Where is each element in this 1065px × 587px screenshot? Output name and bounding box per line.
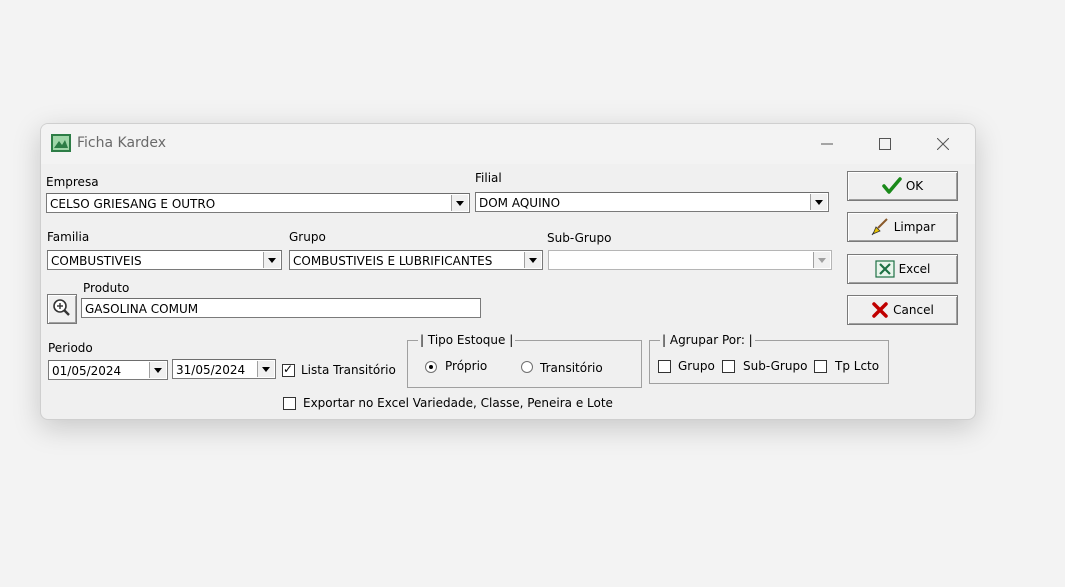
- periodo-end-date[interactable]: 31/05/2024: [172, 359, 276, 379]
- chevron-down-icon[interactable]: [813, 252, 830, 268]
- chevron-down-icon[interactable]: [263, 252, 280, 268]
- agrupar-tplcto-label: Tp Lcto: [835, 359, 880, 373]
- ok-button[interactable]: OK: [847, 171, 958, 201]
- proprio-label: Próprio: [445, 359, 488, 373]
- limpar-button[interactable]: Limpar: [847, 212, 958, 242]
- broom-icon: [871, 218, 888, 236]
- familia-value: COMBUSTIVEIS: [51, 254, 142, 268]
- familia-label: Familia: [47, 230, 90, 244]
- x-icon: [872, 302, 888, 318]
- cancel-button[interactable]: Cancel: [847, 295, 958, 325]
- limpar-label: Limpar: [893, 220, 936, 234]
- maximize-button[interactable]: [862, 130, 908, 158]
- filial-label: Filial: [475, 171, 502, 185]
- grupo-label: Grupo: [289, 230, 326, 244]
- title-bar: Ficha Kardex: [41, 124, 975, 164]
- cancel-label: Cancel: [893, 303, 934, 317]
- app-icon: [51, 134, 71, 152]
- maximize-icon: [879, 138, 891, 150]
- empresa-value: CELSO GRIESANG E OUTRO: [50, 197, 216, 211]
- lista-transitorio-checkbox[interactable]: [282, 362, 295, 377]
- exportar-excel-label: Exportar no Excel Variedade, Classe, Pen…: [303, 396, 613, 410]
- filial-value: DOM AQUINO: [479, 196, 561, 210]
- excel-button[interactable]: Excel: [847, 254, 958, 284]
- empresa-select[interactable]: CELSO GRIESANG E OUTRO: [46, 193, 470, 213]
- ficha-kardex-window: Ficha Kardex Empresa CELSO GRIESANG E OU…: [40, 123, 976, 420]
- filial-select[interactable]: DOM AQUINO: [475, 192, 829, 212]
- checkmark-icon: [882, 177, 902, 194]
- agrupar-grupo-checkbox[interactable]: [658, 360, 671, 373]
- agrupar-subgrupo-checkbox[interactable]: [722, 360, 735, 373]
- periodo-end-value: 31/05/2024: [176, 363, 246, 377]
- minimize-icon: [821, 143, 833, 145]
- magnifier-icon: [53, 299, 70, 316]
- subgrupo-label: Sub-Grupo: [547, 231, 612, 245]
- agrupar-grupo-label: Grupo: [678, 359, 715, 373]
- chevron-down-icon[interactable]: [451, 195, 468, 211]
- excel-label: Excel: [898, 262, 931, 276]
- window-title: Ficha Kardex: [77, 135, 167, 151]
- close-window-button[interactable]: [920, 130, 966, 158]
- agrupar-por-group: | Agrupar Por: | Grupo Sub-Grupo Tp Lcto: [649, 333, 889, 384]
- grupo-value: COMBUSTIVEIS E LUBRIFICANTES: [293, 254, 493, 268]
- agrupar-por-label: | Agrupar Por: |: [660, 333, 755, 347]
- radio-transitorio[interactable]: [521, 361, 533, 373]
- produto-input[interactable]: GASOLINA COMUM: [81, 298, 481, 318]
- produto-value: GASOLINA COMUM: [85, 302, 199, 316]
- exportar-excel-checkbox[interactable]: [283, 397, 296, 410]
- periodo-start-date[interactable]: 01/05/2024: [48, 360, 168, 380]
- periodo-start-value: 01/05/2024: [52, 364, 122, 378]
- chevron-down-icon[interactable]: [257, 361, 274, 377]
- tipo-estoque-group: | Tipo Estoque | Próprio Transitório: [407, 333, 642, 388]
- subgrupo-select[interactable]: [548, 250, 832, 270]
- lista-transitorio-label: Lista Transitório: [301, 363, 396, 377]
- transitorio-label: Transitório: [540, 361, 603, 375]
- produto-label: Produto: [83, 281, 130, 295]
- search-produto-button[interactable]: [47, 294, 77, 324]
- grupo-select[interactable]: COMBUSTIVEIS E LUBRIFICANTES: [289, 250, 543, 270]
- chevron-down-icon[interactable]: [810, 194, 827, 210]
- familia-select[interactable]: COMBUSTIVEIS: [47, 250, 282, 270]
- chevron-down-icon[interactable]: [524, 252, 541, 268]
- periodo-label: Periodo: [48, 341, 93, 355]
- radio-proprio[interactable]: [425, 361, 437, 373]
- chevron-down-icon[interactable]: [149, 362, 166, 378]
- tipo-estoque-label: | Tipo Estoque |: [418, 333, 516, 347]
- agrupar-subgrupo-label: Sub-Grupo: [743, 359, 808, 373]
- excel-icon: [874, 260, 895, 278]
- agrupar-tplcto-checkbox[interactable]: [814, 360, 827, 373]
- minimize-button[interactable]: [804, 130, 850, 158]
- empresa-label: Empresa: [46, 175, 99, 189]
- ok-label: OK: [905, 179, 924, 193]
- close-icon: [937, 138, 949, 150]
